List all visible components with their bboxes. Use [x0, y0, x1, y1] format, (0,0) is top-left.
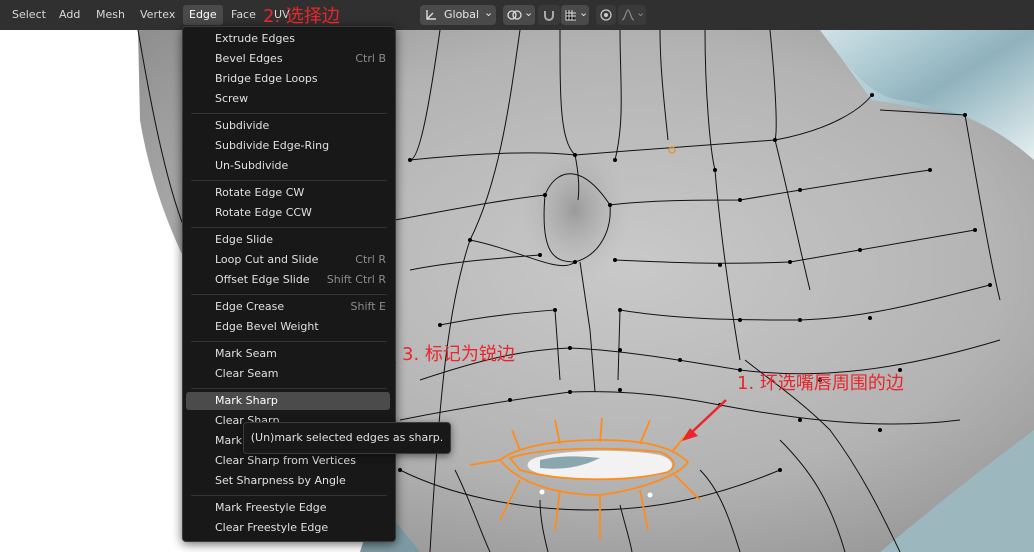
transform-orientation-dropdown[interactable]: Global ⌄ [420, 5, 496, 25]
menu-item-set-sharpness-by-angle[interactable]: Set Sharpness by Angle [186, 472, 390, 490]
menu-item-label: Extrude Edges [215, 32, 295, 45]
menu-item-clear-seam[interactable]: Clear Seam [186, 365, 390, 383]
menu-item-clear-freestyle-edge[interactable]: Clear Freestyle Edge [186, 519, 390, 537]
pivot-point-icon [507, 10, 522, 20]
menu-separator [191, 227, 387, 228]
snap-target-dropdown[interactable]: ⌄ [561, 5, 589, 25]
menu-item-offset-edge-slide[interactable]: Offset Edge Slide Shift Ctrl R [186, 271, 390, 289]
menu-item-edge-bevel-weight[interactable]: Edge Bevel Weight [186, 318, 390, 336]
menu-separator [191, 294, 387, 295]
menu-item-loop-cut-and-slide[interactable]: Loop Cut and Slide Ctrl R [186, 251, 390, 269]
chevron-down-icon: ⌄ [636, 6, 646, 19]
menu-item-edge-slide[interactable]: Edge Slide [186, 231, 390, 249]
menu-item-label: Un-Subdivide [215, 159, 289, 172]
menu-item-label: Mark [215, 434, 243, 447]
menu-item-label: Loop Cut and Slide [215, 253, 319, 266]
menu-item-bridge-edge-loops[interactable]: Bridge Edge Loops [186, 70, 390, 88]
menu-separator [191, 113, 387, 114]
menu-separator [191, 495, 387, 496]
falloff-curve-icon [621, 9, 635, 21]
proportional-editing-icon [600, 9, 612, 21]
menu-item-label: Clear Sharp from Vertices [215, 454, 356, 467]
menu-item-label: Rotate Edge CW [215, 186, 305, 199]
menu-item-label: Mark Seam [215, 347, 277, 360]
menu-item-extrude-edges[interactable]: Extrude Edges [186, 30, 390, 48]
menu-item-label: Subdivide [215, 119, 270, 132]
orientation-label: Global [444, 8, 480, 21]
magnet-icon [544, 11, 554, 21]
menu-item-label: Edge Slide [215, 233, 274, 246]
menu-item-label: Set Sharpness by Angle [215, 474, 346, 487]
menu-item-rotate-edge-cw[interactable]: Rotate Edge CW [186, 184, 390, 202]
orientation-axes-icon [426, 10, 436, 20]
menu-item-label: Clear Freestyle Edge [215, 521, 329, 534]
menu-item-label: Rotate Edge CCW [215, 206, 312, 219]
3d-viewport[interactable] [0, 0, 1034, 552]
menu-item-label: Bridge Edge Loops [215, 72, 318, 85]
menu-item-rotate-edge-ccw[interactable]: Rotate Edge CCW [186, 204, 390, 222]
menu-item-clear-sharp-from-vertices[interactable]: Clear Sharp from Vertices [186, 452, 390, 470]
annotation-step2: 2. 选择边 [263, 6, 340, 27]
menu-vertex[interactable]: Vertex [134, 5, 181, 25]
menu-item-label: Mark Sharp [215, 394, 278, 407]
menu-item-shortcut: Shift Ctrl R [326, 273, 386, 286]
menu-separator [191, 180, 387, 181]
menu-item-label: Clear Seam [215, 367, 279, 380]
pivot-point-dropdown[interactable]: ⌄ [503, 5, 535, 25]
menu-separator [191, 388, 387, 389]
menu-item-label: Bevel Edges [215, 52, 283, 65]
menu-item-mark-freestyle-edge[interactable]: Mark Freestyle Edge [186, 499, 390, 517]
menu-edge[interactable]: Edge [183, 5, 223, 25]
menu-item-bevel-edges[interactable]: Bevel Edges Ctrl B [186, 50, 390, 68]
annotation-step3: 3. 标记为锐边 [402, 344, 515, 365]
menu-item-screw[interactable]: Screw [186, 90, 390, 108]
menu-select[interactable]: Select [6, 5, 52, 25]
menu-separator [191, 341, 387, 342]
menu-item-label: Mark Freestyle Edge [215, 501, 327, 514]
menu-item-subdivide-edge-ring[interactable]: Subdivide Edge-Ring [186, 137, 390, 155]
viewport-header: Select Add Mesh Vertex Edge Face UV Glob… [0, 0, 1034, 30]
menu-item-label: Edge Crease [215, 300, 285, 313]
menu-item-label: Offset Edge Slide [215, 273, 310, 286]
menu-item-subdivide[interactable]: Subdivide [186, 117, 390, 135]
menu-face[interactable]: Face [225, 5, 262, 25]
menu-mesh[interactable]: Mesh [90, 5, 131, 25]
snap-grid-icon [565, 10, 576, 21]
proportional-editing-toggle[interactable] [596, 5, 616, 25]
chevron-down-icon: ⌄ [524, 6, 534, 19]
menu-item-label: Screw [215, 92, 249, 105]
menu-item-shortcut: Shift E [350, 300, 386, 313]
menu-item-label: Edge Bevel Weight [215, 320, 319, 333]
menu-item-shortcut: Ctrl R [355, 253, 386, 266]
tooltip: (Un)mark selected edges as sharp. [243, 422, 451, 454]
chevron-down-icon: ⌄ [484, 6, 494, 19]
menu-item-mark-seam[interactable]: Mark Seam [186, 345, 390, 363]
chevron-down-icon: ⌄ [579, 6, 589, 19]
edge-menu-dropdown: Extrude Edges Bevel Edges Ctrl B Bridge Edg… [182, 26, 396, 542]
menu-item-un-subdivide[interactable]: Un-Subdivide [186, 157, 390, 175]
snap-toggle[interactable] [538, 5, 560, 25]
menu-item-mark-sharp[interactable]: Mark Sharp [186, 392, 390, 410]
menu-add[interactable]: Add [53, 5, 86, 25]
annotation-step1: 1. 环选嘴唇周围的边 [737, 373, 904, 394]
menu-item-shortcut: Ctrl B [355, 52, 386, 65]
falloff-dropdown[interactable]: ⌄ [618, 5, 646, 25]
menu-item-label: Subdivide Edge-Ring [215, 139, 330, 152]
menu-item-edge-crease[interactable]: Edge Crease Shift E [186, 298, 390, 316]
